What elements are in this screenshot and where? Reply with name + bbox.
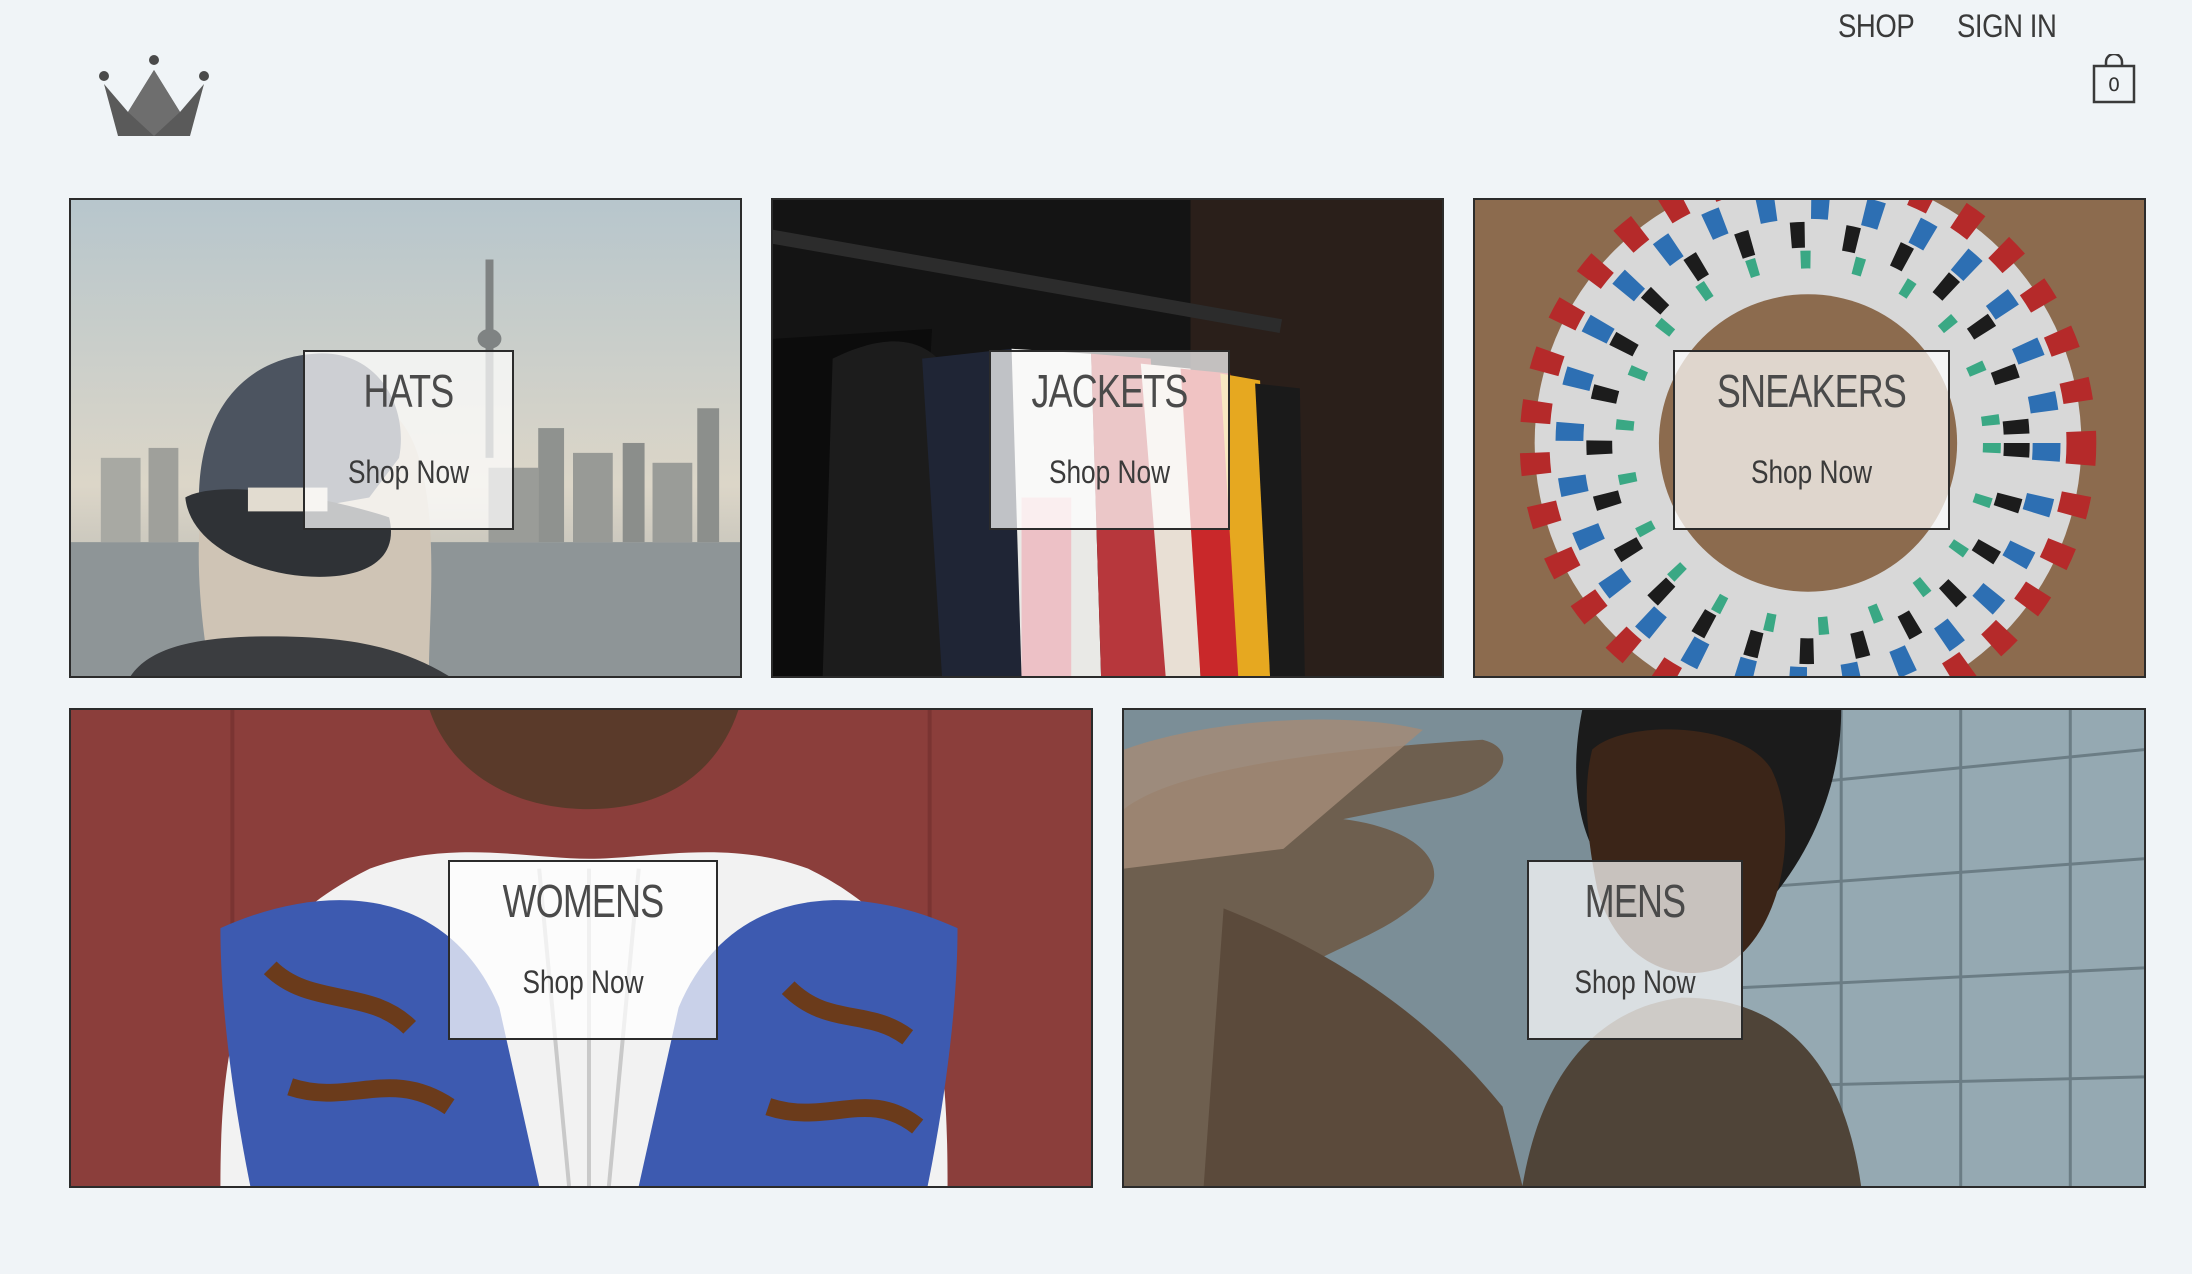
category-tile-hats[interactable]: HATS Shop Now xyxy=(69,198,742,678)
shop-now-link[interactable]: Shop Now xyxy=(474,964,692,1001)
mens-label-box: MENS Shop Now xyxy=(1527,860,1743,1040)
category-title: HATS xyxy=(363,365,455,417)
site-header: SHOP SIGN IN 0 xyxy=(0,0,2192,180)
nav-sign-in-link[interactable]: SIGN IN xyxy=(1957,8,2057,45)
shop-now-link[interactable]: Shop Now xyxy=(324,454,494,491)
crown-logo-icon[interactable] xyxy=(98,52,210,148)
category-title: SNEAKERS xyxy=(1716,365,1907,417)
category-tile-womens[interactable]: WOMENS Shop Now xyxy=(69,708,1093,1188)
womens-label-box: WOMENS Shop Now xyxy=(448,860,718,1040)
category-tile-sneakers[interactable]: SNEAKERS Shop Now xyxy=(1473,198,2146,678)
shop-now-link[interactable]: Shop Now xyxy=(1012,454,1206,491)
category-tile-mens[interactable]: MENS Shop Now xyxy=(1122,708,2146,1188)
shop-now-link[interactable]: Shop Now xyxy=(1700,454,1924,491)
nav-shop-link[interactable]: SHOP xyxy=(1838,8,1915,45)
jackets-label-box: JACKETS Shop Now xyxy=(989,350,1230,530)
sneakers-label-box: SNEAKERS Shop Now xyxy=(1673,350,1950,530)
category-title: WOMENS xyxy=(502,875,665,927)
hats-label-box: HATS Shop Now xyxy=(303,350,514,530)
category-title: JACKETS xyxy=(1031,365,1188,417)
cart-button[interactable]: 0 xyxy=(2092,54,2136,104)
category-title: MENS xyxy=(1584,875,1686,927)
category-tile-jackets[interactable]: JACKETS Shop Now xyxy=(771,198,1444,678)
cart-count: 0 xyxy=(2107,74,2121,96)
shop-now-link[interactable]: Shop Now xyxy=(1548,964,1722,1001)
